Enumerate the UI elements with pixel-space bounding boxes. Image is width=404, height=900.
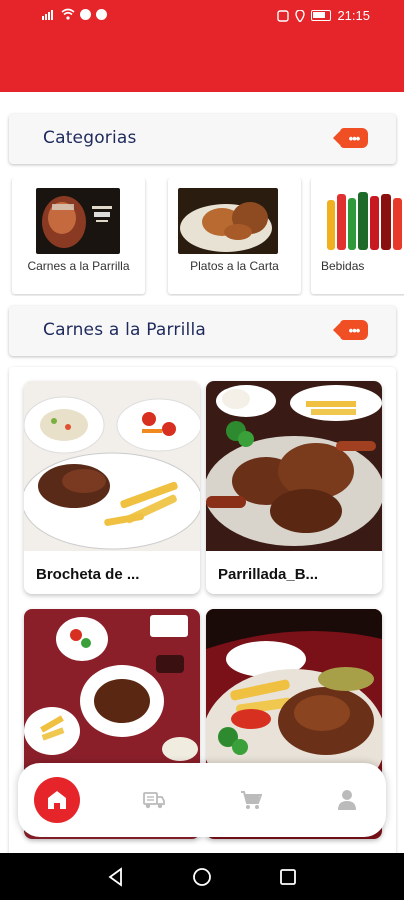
product-image xyxy=(206,381,382,551)
bottom-nav xyxy=(18,763,386,837)
product-card[interactable]: Parrillada_B... xyxy=(206,381,382,594)
nfc-icon xyxy=(277,9,290,22)
status-right-icons: 21:15 xyxy=(277,8,370,23)
category-image-bebidas xyxy=(321,188,404,254)
product-name: Brocheta de ... xyxy=(36,566,140,583)
home-circle-icon[interactable] xyxy=(192,867,212,887)
status-bar: 21:15 xyxy=(0,0,404,30)
categories-header: Categorias ••• xyxy=(9,114,396,164)
more-arrow-icon: ••• xyxy=(348,130,361,146)
more-arrow-icon: ••• xyxy=(348,322,361,338)
app-header xyxy=(0,30,404,92)
category-card-bebidas[interactable]: Bebidas xyxy=(311,178,404,294)
category-label: Carnes a la Parrilla xyxy=(27,259,130,273)
categories-row[interactable]: Carnes a la Parrilla Platos a la Carta B… xyxy=(0,178,404,296)
product-card[interactable]: Brocheta de ... xyxy=(24,381,200,594)
wifi-icon xyxy=(61,8,75,20)
nav-profile-button[interactable] xyxy=(324,777,370,823)
home-icon xyxy=(48,791,66,809)
product-name: Parrillada_B... xyxy=(218,566,319,583)
products-more-button[interactable]: ••• xyxy=(333,320,368,340)
category-image-platos xyxy=(178,188,278,254)
status-time: 21:15 xyxy=(337,8,370,23)
nav-cart-button[interactable] xyxy=(228,777,274,823)
products-title: Carnes a la Parrilla xyxy=(43,320,207,340)
signal-icon xyxy=(42,10,53,20)
location-icon xyxy=(295,9,306,22)
delivery-truck-icon xyxy=(143,792,165,809)
category-label: Platos a la Carta xyxy=(190,259,279,273)
status-left-icons xyxy=(42,8,107,20)
category-image-carnes xyxy=(36,188,120,254)
category-label: Bebidas xyxy=(321,259,365,273)
categories-title: Categorias xyxy=(43,128,137,148)
back-icon[interactable] xyxy=(106,867,126,887)
battery-icon xyxy=(311,10,332,21)
product-image xyxy=(24,381,200,551)
nav-delivery-button[interactable] xyxy=(131,777,177,823)
facebook-icon xyxy=(80,8,91,20)
products-header: Carnes a la Parrilla ••• xyxy=(9,306,396,356)
category-card-carnes[interactable]: Carnes a la Parrilla xyxy=(12,178,145,294)
category-card-platos[interactable]: Platos a la Carta xyxy=(168,178,301,294)
cart-icon xyxy=(241,791,262,809)
android-nav-bar xyxy=(0,853,404,900)
recents-icon[interactable] xyxy=(278,867,298,887)
user-icon xyxy=(338,790,356,810)
youtube-icon xyxy=(96,8,107,20)
categories-more-button[interactable]: ••• xyxy=(333,128,368,148)
nav-home-button[interactable] xyxy=(34,777,80,823)
